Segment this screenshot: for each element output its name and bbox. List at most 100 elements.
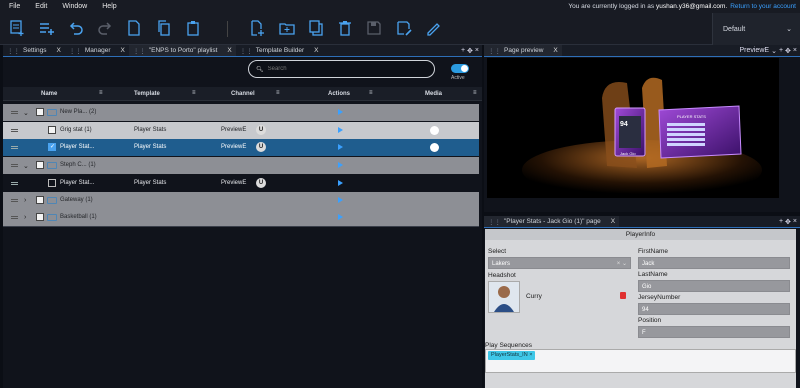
drag-handle-icon[interactable] [11, 199, 18, 202]
tab-manager[interactable]: ⋮⋮ Manager X [65, 45, 129, 56]
sort-icon[interactable]: ≡ [473, 90, 477, 96]
return-account-link[interactable]: Return to your account [730, 3, 796, 10]
add-page-icon[interactable] [248, 19, 266, 37]
close-icon[interactable]: X [57, 47, 61, 54]
preview-viewport[interactable]: 94 Jack Gio PLAYER STATS [487, 58, 779, 198]
play-icon[interactable] [338, 127, 343, 133]
sort-icon[interactable]: ≡ [99, 90, 103, 96]
add-folder-icon[interactable] [278, 19, 296, 37]
table-row[interactable]: › Basketball (1) [3, 209, 479, 226]
play-icon[interactable] [338, 144, 343, 150]
chevron-down-icon[interactable]: ⌄ [771, 47, 777, 55]
close-icon[interactable]: X [314, 47, 318, 54]
row-checkbox[interactable] [36, 161, 44, 169]
drag-handle-icon[interactable] [11, 182, 18, 185]
menu-file[interactable]: File [9, 3, 20, 10]
table-row[interactable]: Grig stat (1) Player Stats PreviewE U [3, 122, 479, 139]
lastname-field[interactable]: Gio [638, 280, 790, 292]
play-icon[interactable] [338, 180, 343, 186]
new-template-icon[interactable] [8, 19, 26, 37]
chevron-down-icon[interactable]: ⌄ [23, 109, 29, 117]
tab-page-preview[interactable]: ⋮⋮ Page preview X [484, 45, 562, 56]
col-actions[interactable]: Actions [328, 91, 350, 97]
drag-handle-icon[interactable] [11, 129, 18, 132]
close-icon[interactable]: X [611, 218, 615, 225]
save-as-icon[interactable] [395, 19, 413, 37]
copy-icon[interactable] [155, 19, 173, 37]
row-checkbox[interactable] [48, 126, 56, 134]
row-checkbox[interactable] [36, 213, 44, 221]
new-file-icon[interactable] [125, 19, 143, 37]
close-icon[interactable]: × [793, 218, 797, 225]
col-media[interactable]: Media [425, 91, 442, 97]
menu-help[interactable]: Help [102, 3, 116, 10]
team-select[interactable]: Lakers × ⌄ [488, 257, 631, 269]
headshot-image[interactable] [488, 281, 520, 313]
close-icon[interactable]: X [121, 47, 125, 54]
col-name[interactable]: Name [41, 91, 57, 97]
layout-select[interactable]: Default ⌄ [712, 13, 800, 45]
sort-icon[interactable]: ≡ [369, 90, 373, 96]
close-icon[interactable]: × [529, 352, 532, 358]
row-checkbox[interactable] [36, 196, 44, 204]
active-toggle[interactable] [451, 64, 469, 73]
menu-window[interactable]: Window [62, 3, 87, 10]
table-row[interactable]: ⌄ Steph C... (1) [3, 157, 479, 174]
add-icon[interactable]: + [779, 218, 783, 225]
sort-icon[interactable]: ≡ [276, 90, 280, 96]
edit-icon[interactable] [424, 19, 442, 37]
menu-edit[interactable]: Edit [35, 3, 47, 10]
table-row[interactable]: Player Stat... Player Stats PreviewE U [3, 175, 479, 192]
play-icon[interactable] [338, 109, 343, 115]
close-icon[interactable]: × [475, 47, 479, 54]
save-icon[interactable] [365, 19, 383, 37]
row-checkbox[interactable] [48, 143, 56, 151]
tab-page[interactable]: ⋮⋮ "Player Stats - Jack Gio (1)" page X [484, 216, 620, 227]
play-icon[interactable] [338, 162, 343, 168]
move-icon[interactable]: ✥ [785, 218, 791, 226]
jersey-field[interactable]: 94 [638, 303, 790, 315]
undo-icon[interactable] [67, 19, 85, 37]
drag-handle-icon[interactable] [11, 216, 18, 219]
col-channel[interactable]: Channel [231, 91, 255, 97]
delete-icon[interactable] [336, 19, 354, 37]
preview-channel-select[interactable]: PreviewE [739, 47, 769, 54]
close-icon[interactable]: X [227, 47, 231, 54]
add-icon[interactable]: + [779, 47, 783, 54]
sequence-tag[interactable]: PlayerStats_IN × [488, 351, 536, 360]
delete-icon[interactable] [620, 292, 626, 299]
drag-handle-icon[interactable] [11, 111, 18, 114]
add-item-icon[interactable] [38, 19, 56, 37]
position-field[interactable]: F [638, 326, 790, 338]
table-row[interactable]: ⌄ New Pla... (2) [3, 104, 479, 121]
drag-handle-icon[interactable] [11, 146, 18, 149]
media-indicator[interactable] [430, 143, 439, 152]
row-checkbox[interactable] [48, 179, 56, 187]
add-icon[interactable]: + [461, 47, 465, 54]
firstname-field[interactable]: Jack [638, 257, 790, 269]
chevron-right-icon[interactable]: › [24, 197, 26, 204]
drag-handle-icon[interactable] [11, 164, 18, 167]
move-icon[interactable]: ✥ [467, 47, 473, 55]
chevron-down-icon[interactable]: ⌄ [23, 162, 29, 170]
row-checkbox[interactable] [36, 108, 44, 116]
redo-icon[interactable] [96, 19, 114, 37]
play-icon[interactable] [338, 197, 343, 203]
close-icon[interactable]: X [553, 47, 557, 54]
col-template[interactable]: Template [134, 91, 160, 97]
paste-icon[interactable] [184, 19, 202, 37]
play-icon[interactable] [338, 214, 343, 220]
table-row[interactable]: Player Stat... Player Stats PreviewE U [3, 139, 479, 156]
tab-template-builder[interactable]: ⋮⋮ Template Builder X [236, 45, 323, 56]
close-icon[interactable]: × [793, 47, 797, 54]
sequences-field[interactable]: PlayerStats_IN × [485, 349, 796, 373]
search-input[interactable] [267, 66, 428, 72]
duplicate-icon[interactable] [307, 19, 325, 37]
table-row[interactable]: › Gateway (1) [3, 192, 479, 209]
tab-playlist[interactable]: ⋮⋮ "ENPS to Porto" playlist X [128, 45, 236, 56]
chevron-right-icon[interactable]: › [24, 214, 26, 221]
media-indicator[interactable] [430, 126, 439, 135]
move-icon[interactable]: ✥ [785, 47, 791, 55]
sort-icon[interactable]: ≡ [192, 90, 196, 96]
tab-settings[interactable]: ⋮⋮ Settings X [3, 45, 65, 56]
